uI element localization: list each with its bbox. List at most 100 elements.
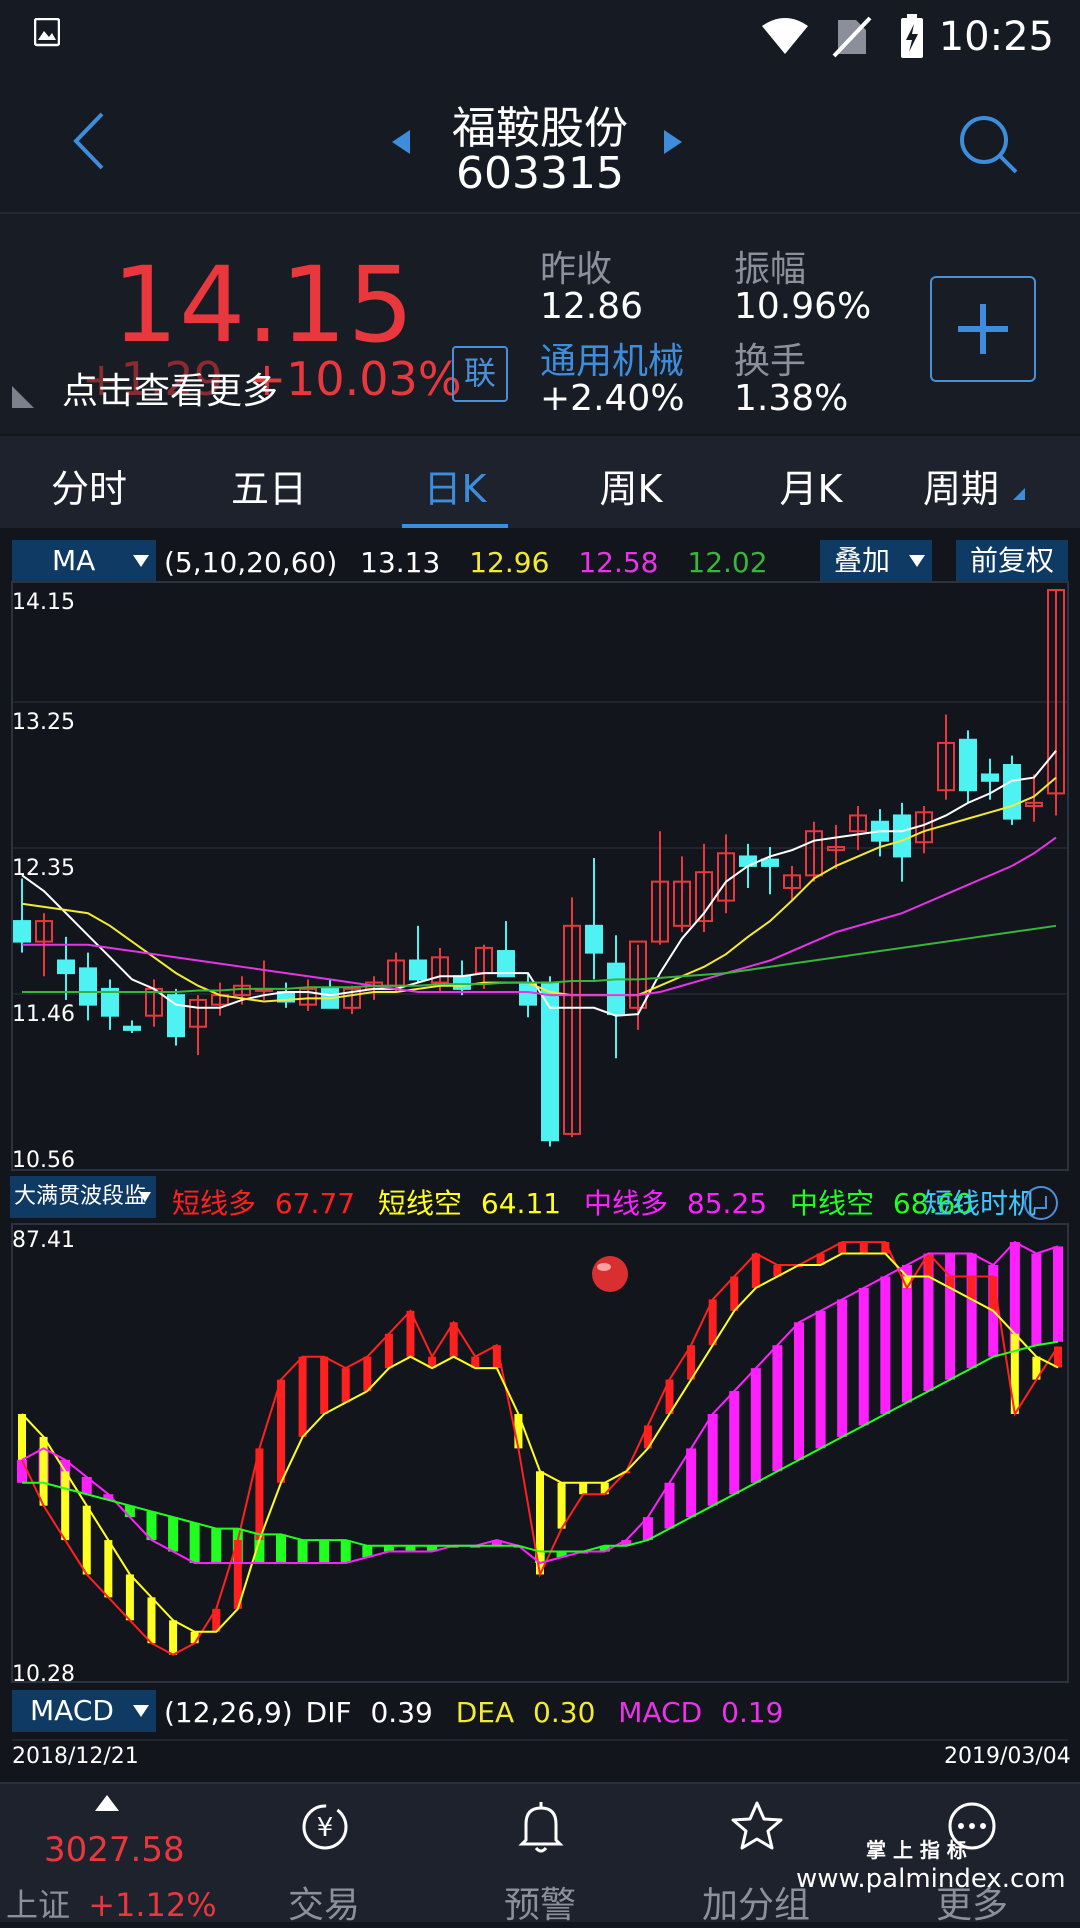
- expand-icon[interactable]: [1022, 1184, 1060, 1222]
- index-widget[interactable]: 3027.58 上证 +1.12%: [0, 1784, 217, 1924]
- mid-trend-bar: [168, 1517, 179, 1552]
- short-trend-bar: [39, 1436, 48, 1506]
- dropdown-arrow-icon: [133, 1705, 149, 1717]
- svg-text:¥: ¥: [317, 1813, 334, 1843]
- linked-button[interactable]: 联: [452, 346, 508, 402]
- short-trend-bar: [730, 1276, 739, 1311]
- index-row: 上证 +1.12%: [6, 1880, 217, 1926]
- candle-body: [981, 773, 999, 782]
- mid-trend-bar: [1053, 1246, 1063, 1342]
- short-long-label: 短线多: [172, 1187, 257, 1220]
- short-trend-bar: [751, 1253, 760, 1288]
- search-icon[interactable]: [958, 114, 1020, 176]
- yen-icon: ¥: [302, 1804, 348, 1850]
- change-percent: +10.03%: [247, 352, 462, 406]
- quote-panel: 14.15 +1.29 +10.03% 点击查看更多 联 昨收 12.86 通用…: [0, 214, 1080, 434]
- status-time: 10:25: [938, 14, 1054, 60]
- index-name: 上证: [6, 1886, 71, 1924]
- sector-percent: +2.40%: [540, 378, 685, 419]
- turnover-label: 换手: [734, 341, 807, 382]
- price-tick-2: 13.25: [12, 710, 75, 735]
- short-timing-label: 短线时机: [924, 1187, 1037, 1220]
- expand-corner-icon: [12, 386, 34, 408]
- mid-trend-bar: [750, 1368, 761, 1483]
- nav-alert[interactable]: 预警: [450, 1784, 630, 1926]
- candle-body: [57, 959, 75, 975]
- next-stock-icon[interactable]: [662, 128, 684, 156]
- mid-long-value: 85.25: [686, 1187, 768, 1220]
- macd-selector-label: MACD: [30, 1694, 114, 1727]
- candle-body: [959, 738, 977, 792]
- battery-charging-icon: [901, 14, 923, 58]
- dif-label: DIF: [305, 1696, 352, 1729]
- prev-close-value: 12.86: [540, 286, 644, 327]
- short-trend-bar: [169, 1620, 178, 1655]
- mid-trend-bar: [211, 1528, 222, 1563]
- bottom-nav: 3027.58 上证 +1.12% ¥ 交易 预警 加分组 更多 掌 上 指 标…: [0, 1782, 1080, 1926]
- short-long-value: 67.77: [274, 1187, 356, 1220]
- price-tick-bottom: 10.56: [12, 1148, 75, 1173]
- ma-line-ma10: [21, 776, 1057, 1003]
- mid-trend-bar: [319, 1540, 330, 1563]
- add-watchlist-button[interactable]: [930, 276, 1036, 382]
- tab-five-day[interactable]: 五日: [194, 458, 344, 513]
- gallery-icon: [34, 18, 60, 47]
- mid-trend-bar: [858, 1287, 869, 1426]
- short-trend-bar: [277, 1379, 285, 1483]
- candle-body: [123, 1025, 141, 1031]
- watermark-url: www.palmindex.com: [796, 1864, 1066, 1894]
- tab-monthly-k[interactable]: 月K: [736, 458, 886, 513]
- tab-daily-k[interactable]: 日K: [380, 458, 530, 513]
- index-percent: +1.12%: [88, 1886, 217, 1924]
- nav-group[interactable]: 加分组: [666, 1784, 846, 1926]
- mid-trend-bar: [837, 1299, 848, 1437]
- price-tick-3: 12.35: [12, 856, 75, 881]
- short-trend-bar: [298, 1356, 307, 1437]
- watermark-title: 掌 上 指 标: [866, 1838, 967, 1862]
- short-trend-bar: [967, 1276, 976, 1300]
- ma-line-ma5: [21, 750, 1057, 1017]
- short-trend-bar: [363, 1356, 372, 1392]
- chart-area: MA (5,10,20,60) 13.13 12.96 12.58 12.02 …: [0, 530, 1080, 1780]
- nav-trade[interactable]: ¥ 交易: [234, 1784, 414, 1926]
- tab-period[interactable]: 周期: [900, 458, 1050, 513]
- macd-legend: (12,26,9) DIF 0.39 DEA 0.30 MACD 0.19: [164, 1696, 783, 1729]
- candle-body: [1003, 764, 1021, 820]
- last-price: 14.15: [112, 244, 415, 366]
- indicator-tick-bottom: 10.28: [12, 1662, 75, 1687]
- mid-trend-bar: [17, 1459, 27, 1483]
- chart-canvas[interactable]: [0, 530, 1080, 1780]
- plus-icon: [958, 304, 1008, 354]
- index-value: 3027.58: [44, 1830, 185, 1870]
- mid-long-label: 中线多: [584, 1187, 669, 1220]
- tab-period-label: 周期: [922, 467, 999, 511]
- active-tab-indicator: [402, 524, 508, 528]
- ball-marker-icon: [592, 1256, 628, 1292]
- candle-body: [409, 959, 427, 981]
- turnover-value: 1.38%: [734, 378, 849, 419]
- indicator-selector[interactable]: 大满贯波段监: [10, 1176, 156, 1218]
- status-bar: 10:25: [0, 0, 1080, 78]
- mid-trend-bar: [794, 1322, 804, 1460]
- mid-trend-bar: [729, 1391, 740, 1495]
- dif-value: 0.39: [370, 1696, 433, 1729]
- mid-trend-bar: [189, 1522, 200, 1563]
- sector-link[interactable]: 通用机械: [540, 332, 684, 384]
- period-tabs: 分时 五日 日K 周K 月K 周期: [0, 436, 1080, 528]
- dea-label: DEA: [455, 1696, 515, 1729]
- short-trend-bar: [82, 1505, 91, 1575]
- candle-body: [761, 858, 779, 867]
- star-icon: [731, 1801, 783, 1850]
- tab-intraday[interactable]: 分时: [14, 458, 164, 513]
- wifi-icon: [762, 18, 808, 54]
- short-trend-bar: [859, 1242, 868, 1254]
- macd-selector[interactable]: MACD: [12, 1690, 156, 1732]
- indicator-legend: 短线多 67.77 短线空 64.11 中线多 85.25 中线空 68.60: [172, 1182, 973, 1222]
- mid-trend-bar: [815, 1310, 826, 1449]
- candle-body: [585, 924, 603, 954]
- tab-weekly-k[interactable]: 周K: [556, 458, 706, 513]
- stock-header: 福鞍股份 603315: [0, 78, 1080, 214]
- short-trend-bar: [320, 1356, 329, 1414]
- more-info-tip[interactable]: 点击查看更多: [62, 362, 278, 414]
- short-trend-bar: [341, 1368, 350, 1403]
